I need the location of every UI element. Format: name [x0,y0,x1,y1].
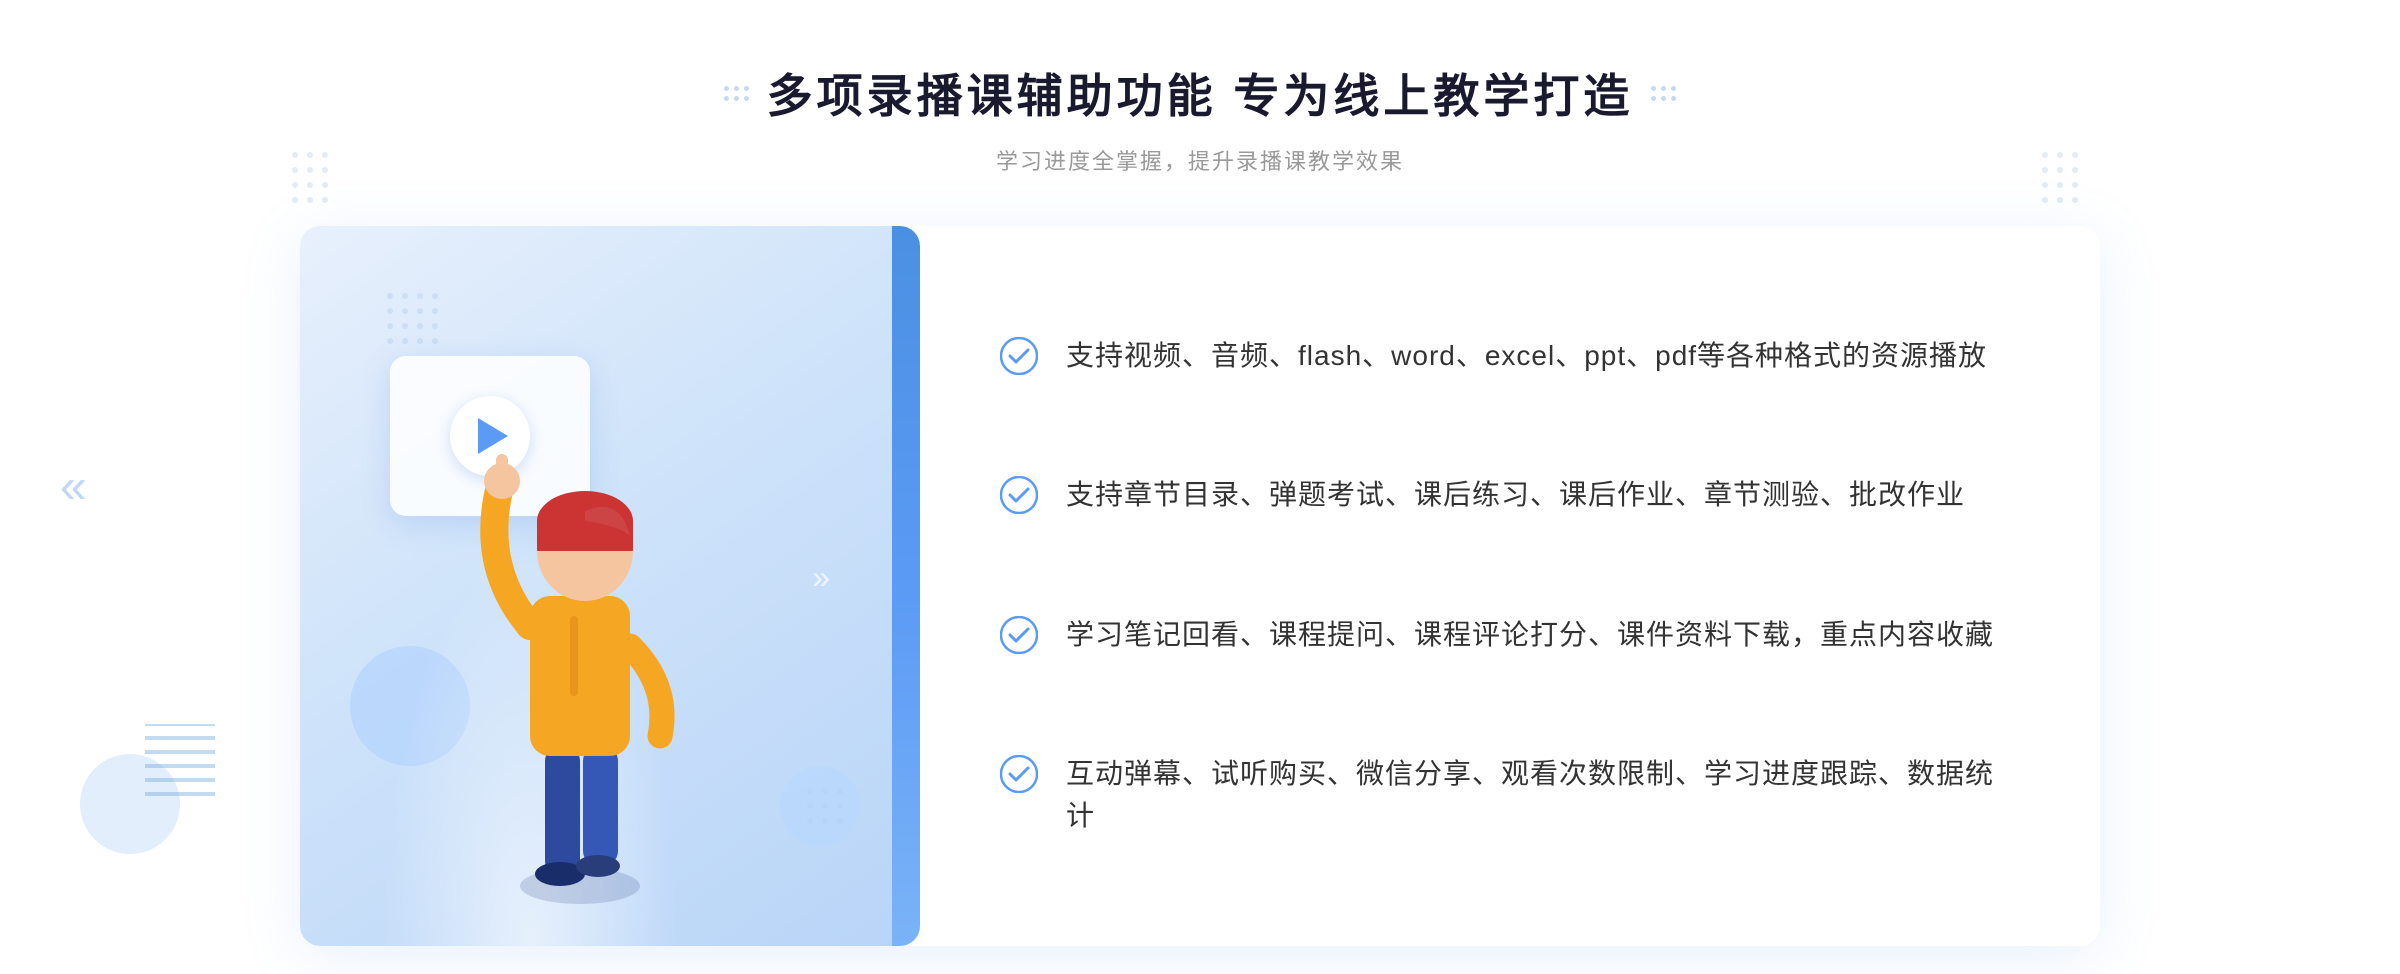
page-subtitle: 学习进度全掌握，提升录播课教学效果 [724,144,1677,176]
title-row: 多项录播课辅助功能 专为线上教学打造 [724,60,1677,126]
accent-strip [892,226,920,946]
left-dots [724,86,749,101]
feature-item-1: 支持视频、音频、flash、word、excel、ppt、pdf等各种格式的资源… [1000,335,2020,377]
feature-text-3: 学习笔记回看、课程提问、课程评论打分、课件资料下载，重点内容收藏 [1066,614,1994,656]
check-icon-3 [1000,616,1038,654]
right-dots [1651,86,1676,101]
feature-text-1: 支持视频、音频、flash、word、excel、ppt、pdf等各种格式的资源… [1066,335,1987,377]
header-section: 多项录播课辅助功能 专为线上教学打造 学习进度全掌握，提升录播课教学效果 [724,60,1677,176]
page-title: 多项录播课辅助功能 专为线上教学打造 [767,60,1634,126]
page-container: « 多项录播课辅助功能 专为线上教学打造 [0,0,2400,974]
illus-chevron: » [812,559,830,596]
feature-text-2: 支持章节目录、弹题考试、课后练习、课后作业、章节测验、批改作业 [1066,474,1965,516]
check-icon-1 [1000,337,1038,375]
illustration-panel: » [300,226,920,946]
check-icon-4 [1000,755,1038,793]
dots-decoration-tr [2035,145,2115,230]
check-icon-2 [1000,476,1038,514]
dots-decoration-tl [285,145,365,230]
lines-decoration [145,724,215,814]
main-card: » 支持视频、音频、flash、word、excel、ppt、pdf等各种格式的… [300,226,2100,946]
feature-item-4: 互动弹幕、试听购买、微信分享、观看次数限制、学习进度跟踪、数据统计 [1000,753,2020,837]
chevron-left-icon: « [60,460,87,515]
feature-item-3: 学习笔记回看、课程提问、课程评论打分、课件资料下载，重点内容收藏 [1000,614,2020,656]
circle-decoration-2 [780,766,860,846]
person-illustration [420,366,740,926]
feature-text-4: 互动弹幕、试听购买、微信分享、观看次数限制、学习进度跟踪、数据统计 [1066,753,2020,837]
content-panel: 支持视频、音频、flash、word、excel、ppt、pdf等各种格式的资源… [920,226,2100,946]
feature-item-2: 支持章节目录、弹题考试、课后练习、课后作业、章节测验、批改作业 [1000,474,2020,516]
